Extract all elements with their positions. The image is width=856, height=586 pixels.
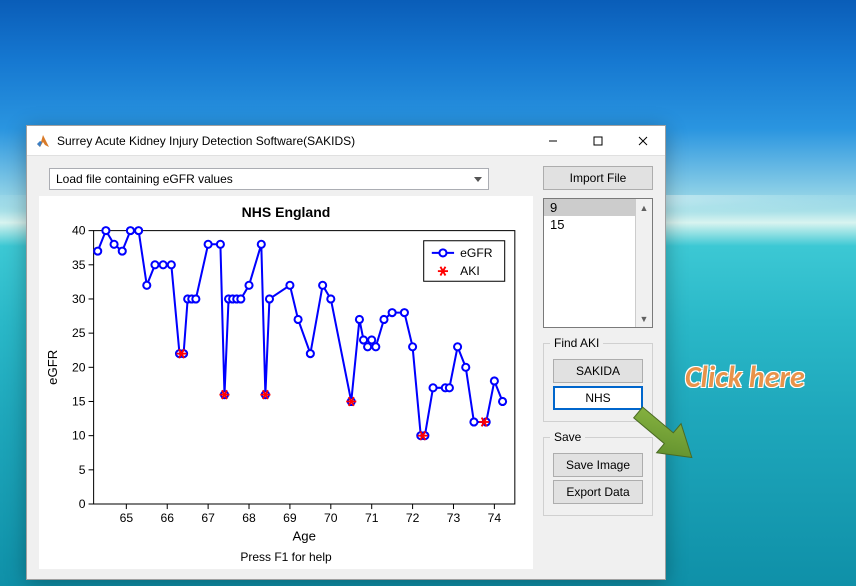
dropdown-value: Load file containing eGFR values <box>56 172 233 186</box>
svg-text:30: 30 <box>72 292 86 306</box>
close-button[interactable] <box>620 126 665 155</box>
svg-text:74: 74 <box>488 511 502 525</box>
svg-text:AKI: AKI <box>460 264 480 278</box>
annotation-arrow-icon <box>620 400 710 490</box>
svg-text:66: 66 <box>160 511 174 525</box>
right-column: Import File 915 ▲ ▼ Find AKI SAKIDA NHS … <box>543 166 653 569</box>
chart-panel: NHS England 0 5 10 15 20 25 30 35 40 65 66 67 68 69 70… <box>39 196 533 569</box>
svg-text:73: 73 <box>447 511 461 525</box>
left-column: Load file containing eGFR values NHS Eng… <box>39 166 533 569</box>
svg-text:15: 15 <box>72 395 86 409</box>
app-window: Surrey Acute Kidney Injury Detection Sof… <box>26 125 666 580</box>
chevron-down-icon <box>469 170 486 188</box>
svg-text:65: 65 <box>120 511 134 525</box>
svg-text:25: 25 <box>72 326 86 340</box>
svg-text:20: 20 <box>72 360 86 374</box>
window-controls <box>530 126 665 155</box>
svg-text:71: 71 <box>365 511 379 525</box>
save-legend: Save <box>550 430 585 444</box>
svg-text:70: 70 <box>324 511 338 525</box>
chart-title: NHS England <box>43 204 529 220</box>
scroll-up-icon[interactable]: ▲ <box>636 199 652 216</box>
maximize-button[interactable] <box>575 126 620 155</box>
file-dropdown[interactable]: Load file containing eGFR values <box>49 168 489 190</box>
svg-text:eGFR: eGFR <box>460 246 493 260</box>
click-here-annotation: Click here <box>685 359 805 396</box>
import-file-button[interactable]: Import File <box>543 166 653 190</box>
scroll-down-icon[interactable]: ▼ <box>636 310 652 327</box>
find-aki-legend: Find AKI <box>550 336 603 350</box>
titlebar: Surrey Acute Kidney Injury Detection Sof… <box>27 126 665 156</box>
egfr-chart: 0 5 10 15 20 25 30 35 40 65 66 67 68 69 70 71 72 73 74 Age e… <box>43 220 529 545</box>
svg-text:Age: Age <box>293 528 316 543</box>
results-listbox[interactable]: 915 ▲ ▼ <box>543 198 653 328</box>
svg-text:72: 72 <box>406 511 420 525</box>
minimize-button[interactable] <box>530 126 575 155</box>
help-footer: Press F1 for help <box>43 548 529 564</box>
svg-text:10: 10 <box>72 429 86 443</box>
svg-text:35: 35 <box>72 258 86 272</box>
svg-text:eGFR: eGFR <box>45 350 60 385</box>
matlab-icon <box>35 133 51 149</box>
svg-text:69: 69 <box>283 511 297 525</box>
window-title: Surrey Acute Kidney Injury Detection Sof… <box>57 134 530 148</box>
content-area: Load file containing eGFR values NHS Eng… <box>27 156 665 579</box>
svg-text:0: 0 <box>79 497 86 511</box>
listbox-scrollbar[interactable]: ▲ ▼ <box>635 199 652 327</box>
svg-text:67: 67 <box>201 511 215 525</box>
sakida-button[interactable]: SAKIDA <box>553 359 643 383</box>
svg-text:5: 5 <box>79 463 86 477</box>
svg-text:68: 68 <box>242 511 256 525</box>
svg-text:40: 40 <box>72 224 86 238</box>
